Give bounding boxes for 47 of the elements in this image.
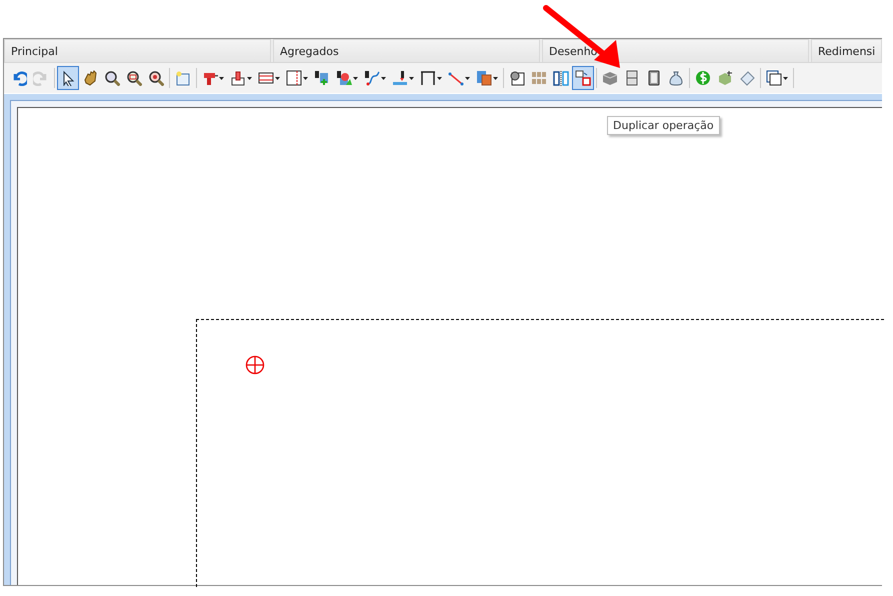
horizontal-lines-icon [258,70,274,86]
tooltip: Duplicar operação [607,116,720,135]
cabinet-icon [624,70,640,86]
dimension-icon [420,70,436,86]
tab[interactable]: Desenho [542,39,809,62]
add-column-icon [314,70,330,86]
dollar-icon [695,70,711,86]
cut-line-icon [392,70,408,86]
panel-icon [646,70,662,86]
hand-icon [82,70,98,86]
undo-icon [11,70,27,86]
curve-tool-icon [364,70,380,86]
windows-icon [766,70,782,86]
caret-icon [409,76,414,80]
mirror-icon [553,70,569,86]
caret-icon [493,76,498,80]
drill-icon [202,70,218,86]
zoom-in-icon [104,70,120,86]
zoom-icon [148,70,164,86]
duplicate-button[interactable] [572,66,594,90]
shape-tool-icon [336,70,352,86]
tab[interactable]: Agregados [273,39,540,62]
caret-icon [437,76,442,80]
caret-icon [275,76,280,80]
tool-icon [230,70,246,86]
money-bag-icon [668,70,684,86]
caret-icon [353,76,358,80]
caret-icon [247,76,252,80]
duplicate-icon [575,70,591,86]
caret-icon [381,76,386,80]
pointer-button[interactable] [57,66,79,90]
cube-add-icon [717,70,733,86]
caret-icon [219,76,224,80]
crosshair-icon [245,355,265,375]
caret-icon [465,76,470,80]
zoom-extents-icon [126,70,142,86]
grid-icon [531,70,547,86]
new-sheet-icon [175,70,191,86]
tab[interactable]: Redimensi [811,39,882,62]
caret-icon [783,76,788,80]
redo-icon [33,70,49,86]
layers-icon [476,70,492,86]
tab[interactable]: Principal [4,39,271,62]
vertical-panel-icon [286,70,302,86]
caret-icon [303,76,308,80]
box-icon [602,70,618,86]
line-icon [448,70,464,86]
